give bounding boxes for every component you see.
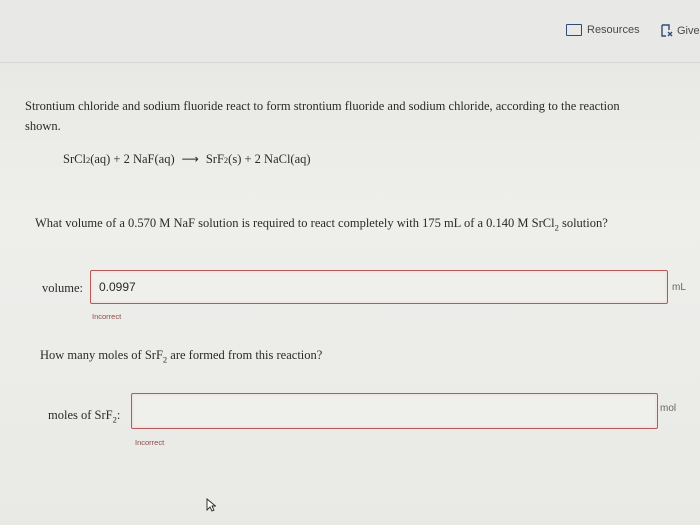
moles-feedback: Incorrect (135, 438, 165, 447)
q2-text-post: are formed from this reaction? (167, 348, 323, 362)
folder-icon (566, 24, 582, 36)
q1-text-post: solution? (558, 216, 608, 230)
moles-label-pre: moles of SrF (48, 408, 113, 422)
q1-text-pre: What volume of a 0.570 M NaF solution is… (35, 216, 555, 230)
volume-input[interactable] (90, 270, 668, 304)
q2-text-pre: How many moles of SrF (40, 348, 163, 362)
resources-label: Resources (587, 24, 640, 36)
intro-text: Strontium chloride and sodium fluoride r… (25, 99, 620, 133)
question-2-text: How many moles of SrF2 are formed from t… (40, 348, 322, 365)
moles-unit: mol (660, 403, 677, 414)
give-up-button[interactable]: Give (660, 24, 700, 38)
volume-label: volume: (42, 281, 83, 295)
reaction-equation: SrCl 2 (aq) + 2 NaF(aq) ⟶ SrF 2 (s) + 2 NaCl… (63, 152, 311, 167)
moles-label-colon: : (116, 408, 121, 422)
volume-feedback: Incorrect (92, 312, 122, 321)
question-1-text: What volume of a 0.570 M NaF solution is… (35, 216, 608, 233)
moles-input[interactable] (131, 393, 658, 429)
question-panel: Strontium chloride and sodium fluoride r… (0, 62, 700, 525)
reactant-rest: (aq) + 2 NaF(aq) (90, 152, 175, 166)
volume-unit: mL (672, 282, 686, 293)
give-label: Give (677, 25, 700, 37)
resources-button[interactable]: Resources (566, 24, 640, 36)
product-srf2: SrF (205, 152, 224, 166)
reactant-srcl2: SrCl (63, 152, 86, 166)
mouse-cursor-icon (206, 498, 216, 512)
reaction-arrow: ⟶ (181, 152, 199, 166)
moles-label: moles of SrF2: (48, 408, 120, 425)
document-x-icon (660, 24, 674, 38)
product-rest: (s) + 2 NaCl(aq) (228, 152, 311, 166)
top-toolbar: Resources Give (0, 0, 700, 63)
